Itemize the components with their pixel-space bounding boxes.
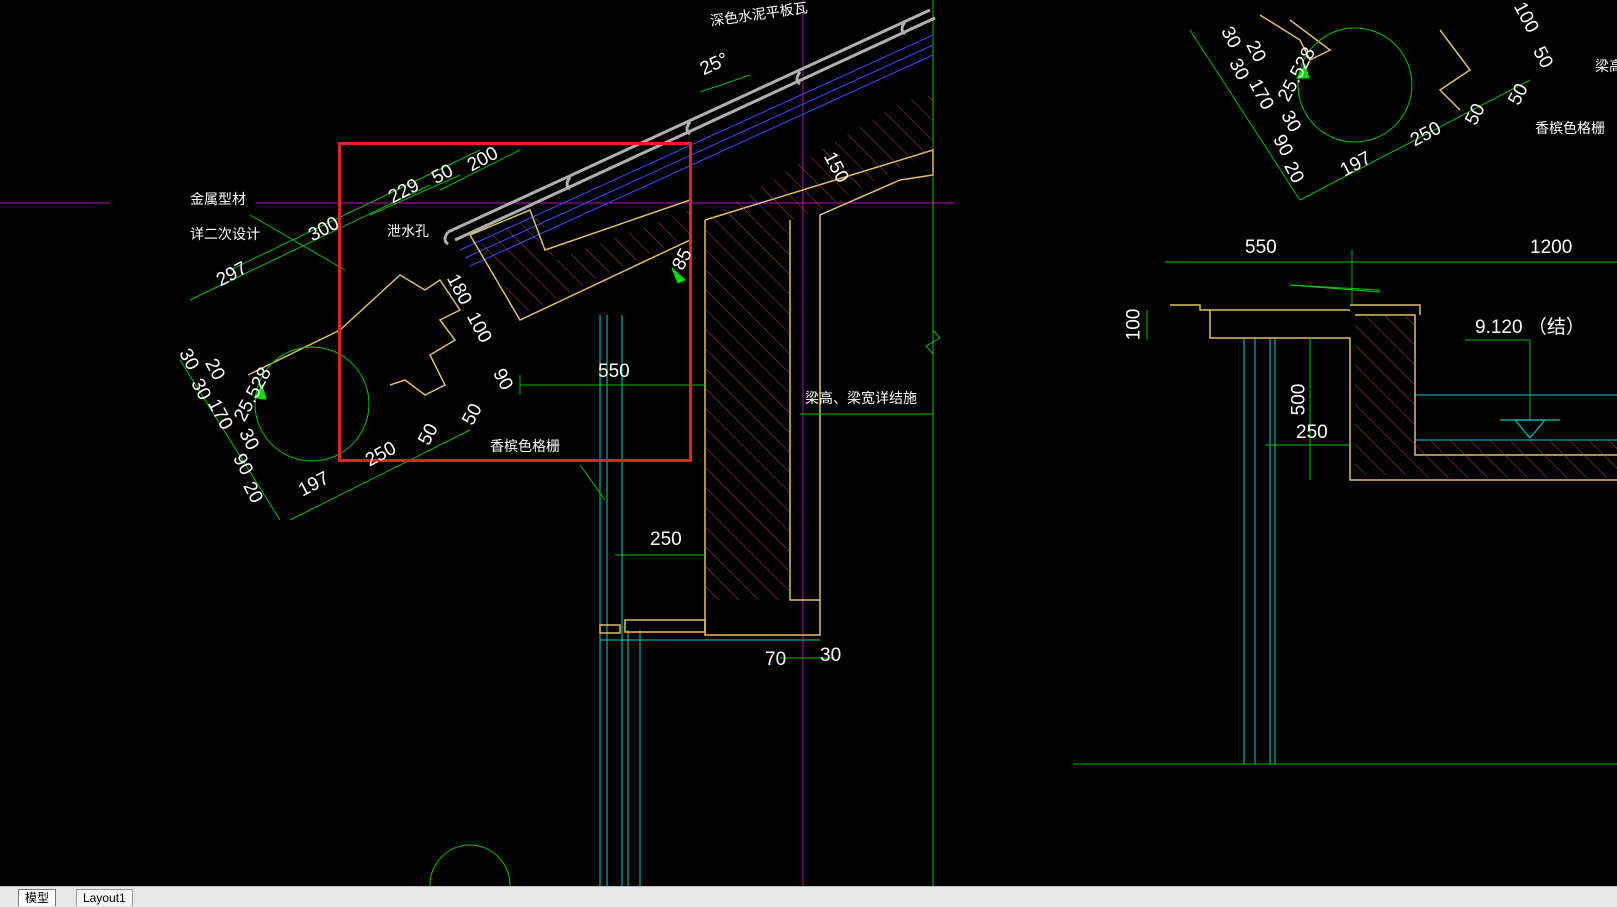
metal-profile-label: 金属型材 [190,192,246,208]
dim-r100: 100 [1123,308,1145,341]
elevation-label: 9.120 （结） [1475,317,1585,338]
dim-r250: 250 [1296,422,1328,443]
dim-30d: 30 [820,645,842,666]
beam-right-label: 梁高 [1595,59,1617,75]
beam-note-label: 梁高、梁宽详结施 [805,391,917,407]
grille-right-label: 香槟色格栅 [1535,121,1605,137]
dim-250b: 250 [650,529,682,550]
tab-layout1[interactable]: Layout1 [76,889,133,906]
drain-hole-label: 泄水孔 [387,224,429,240]
dim-r1200: 1200 [1530,237,1573,258]
dim-r550: 550 [1245,237,1277,258]
layout-tab-bar: 模型 Layout1 [0,886,1617,907]
dim-70: 70 [765,649,787,670]
grille-label: 香槟色格栅 [490,439,560,455]
tab-model[interactable]: 模型 [18,889,57,906]
secondary-design-label: 详二次设计 [190,227,260,243]
dim-550: 550 [598,361,630,382]
dim-r500: 500 [1288,383,1310,416]
